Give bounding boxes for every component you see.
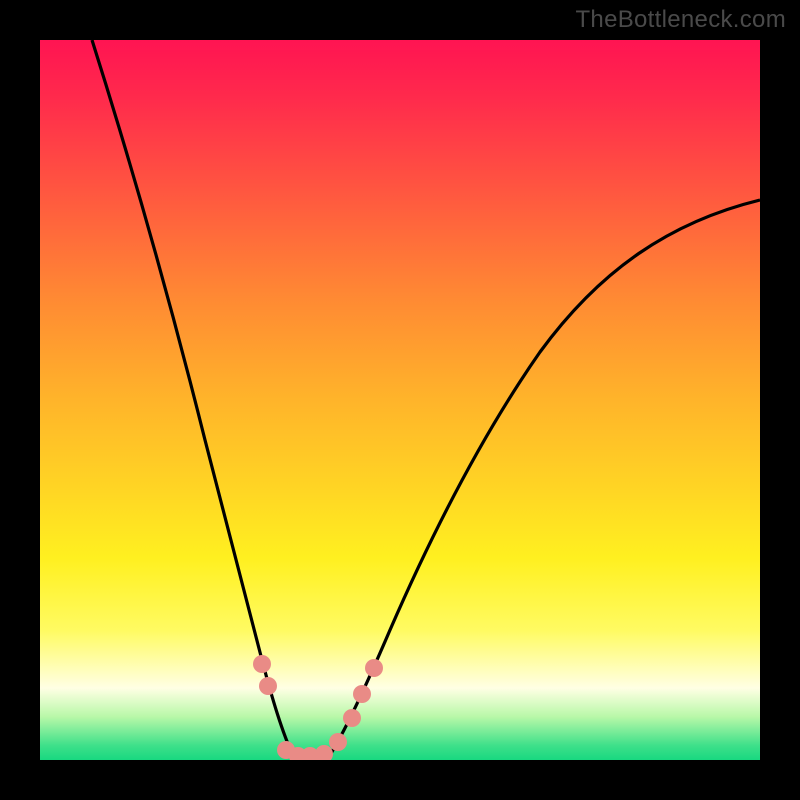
marker-dot [259,677,277,695]
curve-left-branch [92,40,294,758]
watermark-text: TheBottleneck.com [575,6,786,34]
marker-dot [353,685,371,703]
marker-dot [253,655,271,673]
marker-dot [315,745,333,760]
curve-layer [40,40,760,760]
plot-area [40,40,760,760]
curve-right-branch [328,200,760,758]
marker-dot [343,709,361,727]
chart-frame: TheBottleneck.com [0,0,800,800]
marker-dot [365,659,383,677]
marker-dot [329,733,347,751]
